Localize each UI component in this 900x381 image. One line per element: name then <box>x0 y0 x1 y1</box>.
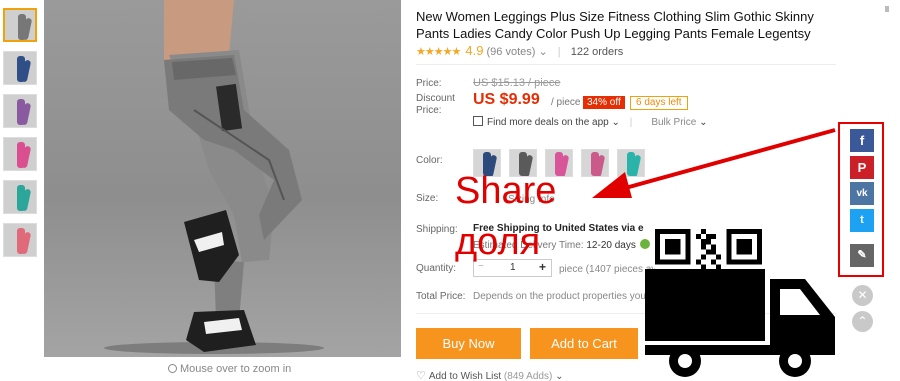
original-price: US $15.13 / piece <box>473 77 561 89</box>
thumbnail-4[interactable] <box>3 137 37 171</box>
dolya-annotation-text: доля <box>455 221 541 263</box>
discount-price-label: Discount Price: <box>416 93 455 116</box>
thumbnail-3[interactable] <box>3 94 37 128</box>
divider <box>416 64 836 65</box>
discount-badge: 34% off <box>583 96 625 109</box>
close-icon[interactable]: ✕ <box>852 285 873 306</box>
thumbnail-5[interactable] <box>3 180 37 214</box>
separator: | <box>629 117 633 128</box>
buy-now-button[interactable]: Buy Now <box>416 328 521 359</box>
chevron-down-icon[interactable]: ⌄ <box>612 117 620 128</box>
rating-value: 4.9 <box>465 43 484 58</box>
price-label: Price: <box>416 78 442 89</box>
magnifier-icon <box>168 364 177 373</box>
thumbnail-2[interactable] <box>3 51 37 85</box>
shipping-label: Shipping: <box>416 224 458 235</box>
chevron-down-icon[interactable]: ⌄ <box>699 117 707 128</box>
deals-link[interactable]: Find more deals on the app <box>487 117 609 128</box>
delivery-truck-icon <box>645 269 835 377</box>
color-swatch-4[interactable] <box>581 149 609 177</box>
total-price-label: Total Price: <box>416 291 466 302</box>
facebook-share-icon[interactable]: f <box>850 129 874 152</box>
separator: | <box>557 46 561 58</box>
bulk-price-link[interactable]: Bulk Price <box>651 117 696 128</box>
thumbnail-1[interactable] <box>3 8 37 42</box>
add-to-cart-button[interactable]: Add to Cart <box>530 328 638 359</box>
zoom-hint-text: Mouse over to zoom in <box>180 363 292 375</box>
share-annotation-text: Share <box>455 170 557 212</box>
pinterest-share-icon[interactable]: P <box>850 156 874 179</box>
discount-price: US $9.99 <box>473 91 540 108</box>
orders-count: 122 orders <box>570 46 624 58</box>
chevron-down-icon[interactable]: ⌄ <box>555 371 563 381</box>
time-left-badge: 6 days left <box>630 96 688 110</box>
help-icon[interactable] <box>639 239 650 249</box>
votes-count[interactable]: (96 votes) <box>487 46 536 58</box>
model-photo <box>104 0 324 354</box>
wishlist-label[interactable]: Add to Wish List <box>429 371 501 381</box>
color-label: Color: <box>416 155 443 166</box>
wishlist-row[interactable]: ♡ Add to Wish List (849 Adds) ⌄ <box>416 369 563 381</box>
per-unit: / piece <box>551 97 581 108</box>
rating-row: ★★★★★ 4.9 (96 votes) ⌄ | 122 orders <box>416 43 623 58</box>
vk-share-icon[interactable]: vk <box>850 182 874 205</box>
product-title: New Women Leggings Plus Size Fitness Clo… <box>416 9 814 41</box>
deals-row: Find more deals on the app ⌄ | Bulk Price… <box>473 116 708 128</box>
delivery-days: 12-20 days <box>586 240 636 251</box>
thumbnail-6[interactable] <box>3 223 37 257</box>
wishlist-count: (849 Adds) <box>503 371 553 381</box>
edit-icon[interactable]: ✎ <box>850 244 874 267</box>
chevron-down-icon[interactable]: ⌄ <box>539 46 548 58</box>
star-rating-icon: ★★★★★ <box>416 46 461 58</box>
twitter-share-icon[interactable]: t <box>850 209 874 232</box>
zoom-hint: Mouse over to zoom in <box>168 363 291 375</box>
quantity-label: Quantity: <box>416 263 457 274</box>
heart-icon[interactable]: ♡ <box>416 370 426 381</box>
scroll-indicator <box>885 6 889 12</box>
product-main-image[interactable] <box>44 0 401 357</box>
color-swatch-5[interactable] <box>617 149 645 177</box>
total-price-text: Depends on the product properties you <box>473 291 646 302</box>
qr-code-icon <box>473 116 483 126</box>
scroll-up-icon[interactable]: ⌃ <box>852 311 873 332</box>
size-label: Size: <box>416 193 439 204</box>
thumbnail-list <box>3 8 39 266</box>
